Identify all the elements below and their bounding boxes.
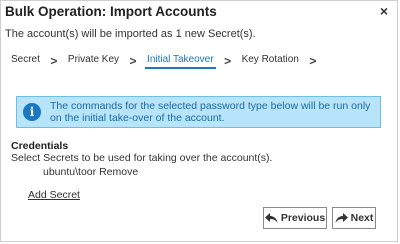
chevron-right-icon: > xyxy=(50,54,58,68)
next-button-label: Next xyxy=(350,212,374,224)
wizard-step-initial-takeover[interactable]: Initial Takeover xyxy=(145,53,216,69)
wizard-step-secret[interactable]: Secret xyxy=(9,53,42,69)
previous-button[interactable]: Previous xyxy=(263,207,327,229)
close-button[interactable]: × xyxy=(377,4,391,18)
info-message: The commands for the selected password t… xyxy=(50,100,371,124)
share-back-icon xyxy=(264,212,278,223)
import-accounts-dialog: Bulk Operation: Import Accounts × The ac… xyxy=(0,0,398,242)
remove-secret-link[interactable]: Remove xyxy=(99,166,138,178)
dialog-title: Bulk Operation: Import Accounts xyxy=(5,4,217,19)
wizard-step-key-rotation[interactable]: Key Rotation xyxy=(240,53,301,69)
previous-button-label: Previous xyxy=(280,212,326,224)
share-forward-icon xyxy=(335,212,348,223)
chevron-right-icon: > xyxy=(309,54,317,68)
dialog-header: Bulk Operation: Import Accounts × xyxy=(1,1,397,25)
next-button[interactable]: Next xyxy=(332,207,376,229)
info-alert: i The commands for the selected password… xyxy=(16,96,381,128)
chevron-right-icon: > xyxy=(129,54,137,68)
wizard-step-private-key[interactable]: Private Key xyxy=(66,53,121,69)
secret-list-item: ubuntu\toor Remove xyxy=(43,166,138,178)
add-secret-link[interactable]: Add Secret xyxy=(28,189,80,201)
credentials-heading: Credentials xyxy=(11,140,69,152)
import-summary: The account(s) will be imported as 1 new… xyxy=(5,28,256,40)
wizard-steps: Secret > Private Key > Initial Takeover … xyxy=(9,53,325,69)
chevron-right-icon: > xyxy=(224,54,232,68)
credentials-description: Select Secrets to be used for taking ove… xyxy=(11,152,273,164)
secret-name: ubuntu\toor xyxy=(43,166,97,178)
info-icon: i xyxy=(23,103,41,121)
